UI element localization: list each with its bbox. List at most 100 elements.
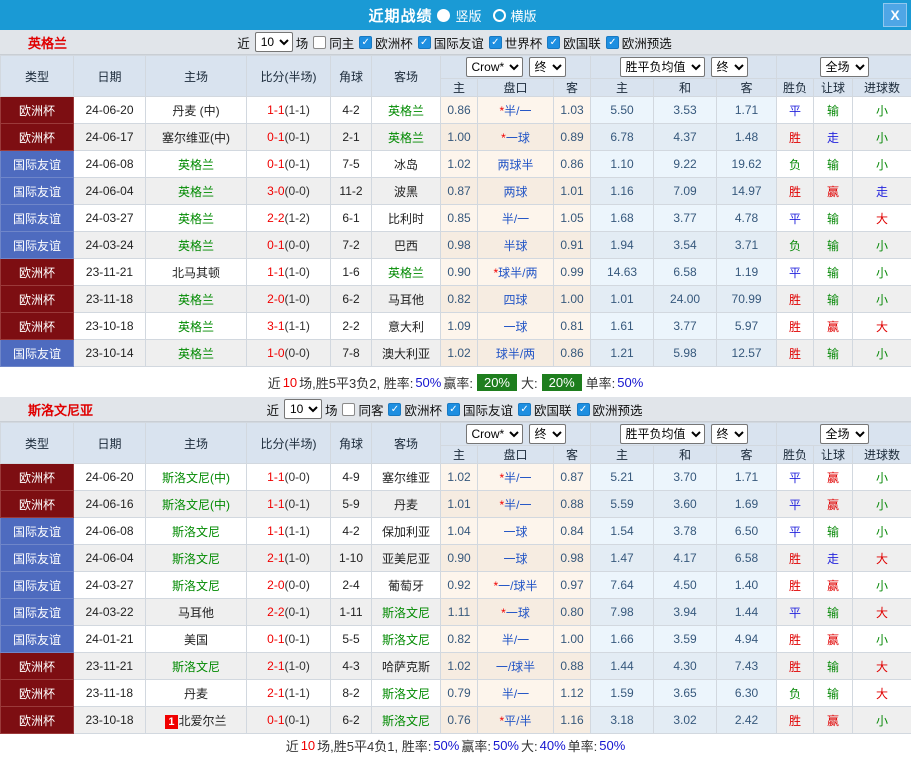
league-checkbox[interactable]: ✓ — [359, 35, 373, 49]
result-goals: 小 — [852, 706, 911, 734]
fulltime-score: 0-1 — [267, 632, 285, 646]
halftime-score: (1-0) — [284, 265, 310, 279]
handicap-home-odds: 1.02 — [440, 463, 478, 491]
home-win-odds: 5.50 — [590, 96, 655, 124]
match-type: 欧洲杯 — [0, 463, 74, 491]
match-row: 国际友谊 24-06-08 斯洛文尼 1-1(1-1) 4-2 保加利亚 1.04 一球 0.8… — [0, 517, 911, 545]
league-checkbox[interactable]: ✓ — [488, 35, 502, 49]
home-win-odds: 1.94 — [590, 231, 655, 259]
draw-odds: 3.94 — [653, 598, 718, 626]
match-row: 欧洲杯 24-06-17 塞尔维亚(中) 0-1(0-1) 2-1 英格兰 1.00 *一球 0… — [0, 123, 911, 151]
corner-score: 7-8 — [330, 339, 372, 367]
away-team-name: 保加利亚 — [381, 524, 430, 539]
handicap-home-odds: 1.11 — [440, 598, 478, 626]
result-handicap: 输 — [813, 285, 854, 313]
result-wdl: 胜 — [776, 177, 815, 205]
match-date: 24-06-04 — [73, 544, 146, 572]
handicap-line: *球半/两 — [477, 258, 554, 286]
handicap-away-odds: 1.16 — [552, 706, 592, 734]
draw-odds: 7.09 — [653, 177, 718, 205]
score-cell: 2-0(1-0) — [246, 285, 331, 313]
result-handicap-text: 赢 — [827, 184, 840, 199]
crow-odds-selects: Crow* 终 — [465, 57, 566, 77]
match-scope-select[interactable]: 全场 — [819, 57, 869, 77]
home-win-odds: 1.16 — [590, 177, 655, 205]
result-wdl: 负 — [776, 150, 815, 178]
handicap-text: 一/球半 — [495, 659, 536, 674]
recent-count-select[interactable]: 10 — [254, 32, 293, 52]
home-team: 斯洛文尼 — [145, 517, 247, 545]
column-header: 类型 — [0, 422, 74, 464]
handicap-home-odds: 1.02 — [440, 150, 478, 178]
result-handicap-text: 赢 — [827, 470, 840, 485]
handicap-text: 一/球半 — [498, 578, 538, 593]
handicap-away-odds: 0.89 — [552, 123, 592, 151]
home-team-name: 北马其顿 — [171, 265, 220, 280]
match-scope-select[interactable]: 全场 — [819, 424, 869, 444]
result-handicap: 输 — [813, 339, 854, 367]
corner-score: 4-2 — [330, 96, 372, 124]
home-win-odds: 1.61 — [590, 312, 655, 340]
result-handicap: 输 — [813, 652, 854, 680]
home-team: 1 北爱尔兰 — [145, 706, 247, 734]
recent-count-select[interactable]: 10 — [283, 399, 322, 419]
result-handicap-text: 赢 — [827, 497, 840, 512]
result-handicap-text: 输 — [827, 238, 840, 253]
home-team: 北马其顿 — [145, 258, 247, 286]
score-cell: 0-1(0-1) — [246, 706, 331, 734]
vertical-layout-label: 竖版 — [455, 8, 482, 24]
handicap-away-odds: 1.00 — [552, 625, 592, 653]
same-venue-checkbox[interactable] — [342, 402, 356, 416]
league-checkbox[interactable]: ✓ — [417, 35, 431, 49]
result-goals: 大 — [852, 544, 911, 572]
handicap-home-odds: 0.86 — [440, 96, 478, 124]
fulltime-score: 2-1 — [267, 551, 285, 565]
final-odds-select[interactable]: 终 — [528, 57, 566, 77]
avg-odds-select[interactable]: 胜平负均值 — [619, 424, 705, 444]
match-type: 欧洲杯 — [0, 490, 74, 518]
league-checkbox[interactable]: ✓ — [605, 35, 619, 49]
result-wdl-text: 平 — [789, 211, 802, 226]
away-win-odds: 1.48 — [716, 123, 778, 151]
final-odds-select[interactable]: 终 — [528, 424, 566, 444]
league-checkbox[interactable]: ✓ — [576, 402, 590, 416]
home-win-odds: 3.18 — [590, 706, 655, 734]
match-date: 24-06-04 — [73, 177, 146, 205]
league-checkbox[interactable]: ✓ — [447, 402, 460, 416]
result-goals-text: 大 — [876, 211, 889, 226]
column-subheader: 和 — [653, 78, 718, 97]
match-row: 国际友谊 24-01-21 美国 0-1(0-1) 5-5 斯洛文尼 0.82 半/一 1.00… — [0, 625, 911, 653]
result-handicap-text: 走 — [827, 551, 840, 566]
bookmaker-select[interactable]: Crow* — [465, 424, 523, 444]
result-handicap-text: 赢 — [827, 578, 840, 593]
match-date: 24-03-22 — [73, 598, 146, 626]
handicap-text: 半/一 — [501, 211, 530, 226]
result-handicap: 赢 — [813, 312, 854, 340]
home-win-odds: 1.01 — [590, 285, 655, 313]
same-venue-checkbox[interactable] — [313, 35, 327, 49]
away-win-odds: 1.40 — [716, 571, 778, 599]
final-odds-select[interactable]: 终 — [710, 424, 748, 444]
final-odds-select[interactable]: 终 — [710, 57, 748, 77]
result-handicap-text: 输 — [827, 103, 840, 118]
halftime-score: (0-0) — [284, 184, 310, 198]
result-wdl: 胜 — [776, 312, 815, 340]
away-team: 澳大利亚 — [371, 339, 441, 367]
league-checkbox[interactable]: ✓ — [518, 402, 532, 416]
halftime-score: (0-1) — [284, 632, 310, 646]
table-header-row: 类型 日期 主场 比分(半场) 角球 客场 Crow* 终胜平负均值终全场 — [0, 55, 911, 97]
league-checkbox[interactable]: ✓ — [388, 402, 402, 416]
horizontal-layout-radio[interactable] — [492, 8, 506, 22]
column-header: 日期 — [73, 422, 146, 464]
result-wdl: 平 — [776, 598, 815, 626]
result-handicap-text: 输 — [827, 605, 840, 620]
draw-odds: 24.00 — [653, 285, 718, 313]
result-wdl: 胜 — [776, 625, 815, 653]
avg-odds-select[interactable]: 胜平负均值 — [619, 57, 705, 77]
league-checkbox[interactable]: ✓ — [547, 35, 561, 49]
away-team: 丹麦 — [371, 490, 441, 518]
bookmaker-select[interactable]: Crow* — [465, 57, 523, 77]
close-icon[interactable]: X — [883, 3, 907, 27]
vertical-layout-radio[interactable] — [437, 8, 451, 22]
result-wdl: 平 — [776, 204, 815, 232]
